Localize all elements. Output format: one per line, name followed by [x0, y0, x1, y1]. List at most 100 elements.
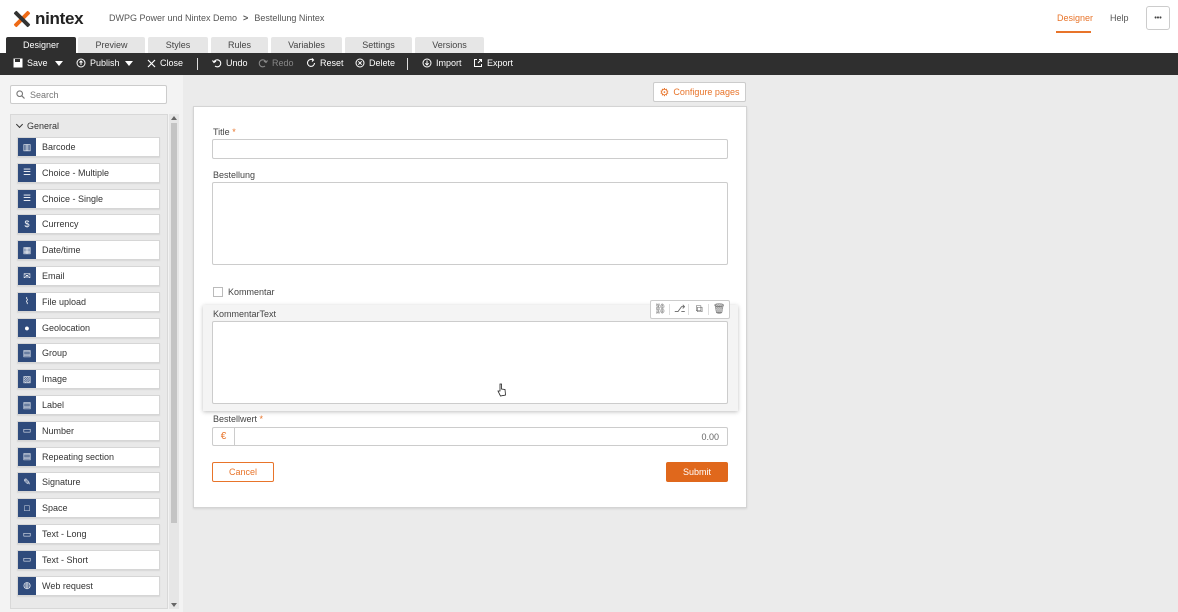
tab-designer[interactable]: Designer [6, 37, 76, 53]
required-mark: * [232, 127, 236, 137]
submit-button[interactable]: Submit [666, 462, 728, 482]
control-item[interactable]: ▤ Label [17, 395, 160, 415]
control-item[interactable]: ⌇ File upload [17, 291, 160, 312]
repeating-section-icon: ▤ [18, 447, 36, 466]
cancel-button[interactable]: Cancel [212, 462, 274, 482]
control-item-label: Repeating section [42, 451, 115, 462]
scroll-down-arrow-icon[interactable] [171, 603, 177, 607]
tab-versions[interactable]: Versions [415, 37, 484, 53]
more-options-button[interactable]: ••• [1146, 6, 1170, 30]
email-icon: ✉ [18, 267, 36, 285]
kommentar-checkbox[interactable] [213, 287, 223, 297]
nintex-logo[interactable]: nintex [13, 9, 84, 29]
choice-multiple-icon: ☰ [18, 163, 36, 182]
control-item[interactable]: $ Currency [17, 214, 160, 235]
breadcrumb-separator: > [243, 13, 249, 23]
control-item[interactable]: ✎ Signature [17, 472, 160, 493]
control-item[interactable]: ☰ Choice - Single [17, 188, 160, 209]
bestellwert-currency-input[interactable]: € 0.00 [212, 427, 728, 446]
sidebar-scrollbar[interactable] [169, 114, 179, 609]
group-icon: ▤ [18, 344, 36, 363]
toolbar-divider [407, 58, 408, 70]
tab-preview[interactable]: Preview [78, 37, 145, 53]
import-icon [422, 58, 432, 68]
import-button[interactable]: Import [422, 58, 462, 68]
search-box[interactable] [10, 85, 167, 104]
link-icon[interactable]: ⛓ [652, 304, 670, 315]
paperclip-icon: ⌇ [18, 292, 36, 311]
nintex-x-icon [13, 10, 31, 28]
scroll-up-arrow-icon[interactable] [171, 116, 177, 120]
calendar-icon: ▦ [18, 241, 36, 260]
required-mark: * [259, 414, 264, 424]
publish-button[interactable]: Publish [76, 58, 120, 68]
tab-variables[interactable]: Variables [271, 37, 342, 53]
space-icon: □ [18, 499, 36, 518]
undo-label: Undo [226, 58, 248, 68]
redo-label: Redo [272, 58, 294, 68]
save-button[interactable]: Save [13, 58, 48, 68]
save-dropdown-caret[interactable] [55, 61, 63, 66]
control-item[interactable]: ✉ Email [17, 266, 160, 286]
rules-branch-icon[interactable]: ⎇ [671, 304, 690, 315]
control-item[interactable]: ▤ Repeating section [17, 446, 160, 467]
tab-rules[interactable]: Rules [211, 37, 268, 53]
control-item[interactable]: ▨ Image [17, 369, 160, 390]
close-icon [147, 59, 156, 67]
import-label: Import [436, 58, 462, 68]
tab-styles[interactable]: Styles [148, 37, 208, 53]
scroll-thumb[interactable] [171, 123, 177, 523]
designer-link[interactable]: Designer [1057, 13, 1093, 23]
control-item-label: Date/time [42, 245, 81, 256]
trash-icon[interactable]: 🗑 [710, 304, 728, 315]
search-input[interactable] [30, 89, 150, 100]
form-canvas: ⚙ Configure pages Title * Bestellung Kom… [183, 75, 1178, 612]
control-item[interactable]: ▭ Text - Short [17, 549, 160, 570]
control-item[interactable]: ▤ Group [17, 343, 160, 364]
kommentar-label: Kommentar [228, 287, 275, 297]
bestellwert-label-text: Bestellwert [213, 414, 258, 424]
control-item[interactable]: □ Space [17, 498, 160, 519]
reset-button[interactable]: Reset [306, 58, 344, 68]
control-item-label: Choice - Multiple [42, 167, 110, 178]
redo-button[interactable]: Redo [258, 58, 294, 68]
publish-label: Publish [90, 58, 120, 68]
mouse-pointer-icon [497, 383, 506, 397]
copy-icon[interactable]: ⧉ [691, 304, 709, 315]
breadcrumb-workspace[interactable]: DWPG Power und Nintex Demo [109, 13, 237, 23]
control-item-label: Number [42, 425, 75, 436]
controls-palette: General ▥ Barcode ☰ Choice - Multiple ☰ Choic… [10, 114, 168, 609]
control-item[interactable]: ☰ Choice - Multiple [17, 162, 160, 183]
control-item-label: Geolocation [42, 322, 91, 333]
kommentartext-textarea[interactable] [212, 321, 728, 404]
export-button[interactable]: Export [473, 58, 513, 68]
chevron-down-icon [15, 120, 24, 129]
redo-icon [258, 59, 268, 68]
control-item-label: Space [42, 503, 68, 514]
breadcrumb-form: Bestellung Nintex [254, 13, 325, 23]
delete-button[interactable]: Delete [355, 58, 395, 68]
tab-settings[interactable]: Settings [345, 37, 412, 53]
control-item[interactable]: ▥ Barcode [17, 137, 160, 157]
configure-pages-button[interactable]: ⚙ Configure pages [653, 82, 746, 102]
control-item[interactable]: ▦ Date/time [17, 240, 160, 261]
bestellung-textarea[interactable] [212, 182, 728, 265]
controls-sidebar: General ▥ Barcode ☰ Choice - Multiple ☰ Choic… [0, 75, 183, 612]
currency-icon: $ [18, 215, 36, 234]
title-label-text: Title [213, 127, 230, 137]
text-long-icon: ▭ [18, 525, 36, 543]
control-item[interactable]: ◍ Web request [17, 575, 160, 596]
control-item[interactable]: ● Geolocation [17, 317, 160, 338]
euro-icon: € [213, 428, 235, 445]
help-link[interactable]: Help [1110, 13, 1129, 23]
publish-dropdown-caret[interactable] [125, 61, 133, 66]
close-button[interactable]: Close [147, 58, 183, 68]
bestellwert-value[interactable]: 0.00 [235, 432, 727, 442]
title-input[interactable] [212, 139, 728, 159]
undo-button[interactable]: Undo [212, 58, 248, 68]
bestellwert-field-label: Bestellwert * [213, 414, 263, 424]
control-item-label: File upload [42, 296, 87, 307]
control-item[interactable]: ▭ Text - Long [17, 524, 160, 544]
control-item[interactable]: ▭ Number [17, 420, 160, 441]
group-general-toggle[interactable]: General [15, 120, 59, 131]
